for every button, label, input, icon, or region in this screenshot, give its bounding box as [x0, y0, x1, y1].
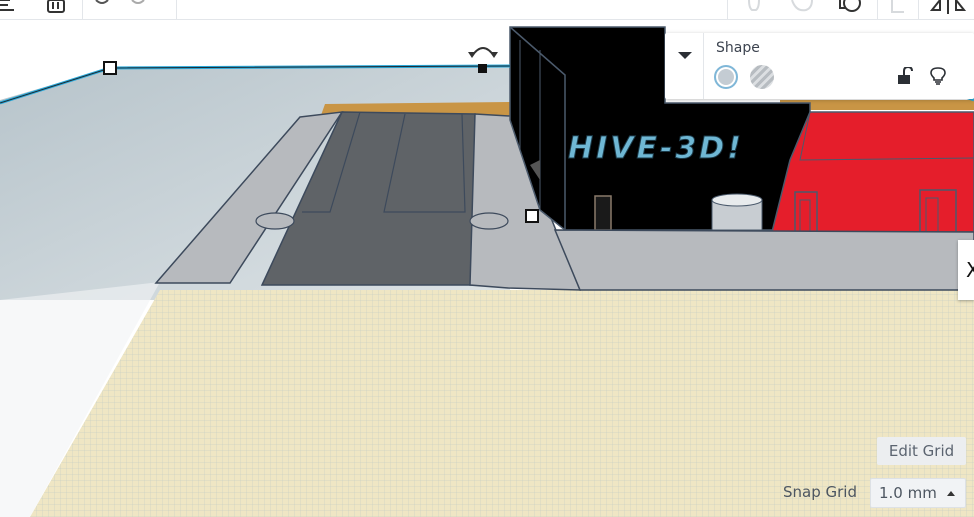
toolbar-separator	[727, 0, 728, 19]
toolbar-separator	[918, 0, 919, 19]
red-building[interactable]	[771, 111, 974, 233]
mirror-icon[interactable]	[930, 0, 966, 14]
align-icon[interactable]	[888, 0, 908, 14]
rotate-icon[interactable]	[790, 0, 816, 14]
side-panel-tab[interactable]: X	[958, 240, 974, 300]
snap-grid-value: 1.0 mm	[879, 484, 937, 502]
group-icon[interactable]	[838, 0, 866, 14]
light-bulb-icon[interactable]	[744, 0, 764, 14]
chevron-up-icon	[947, 491, 955, 496]
undo-icon[interactable]	[92, 0, 162, 14]
copy-icon[interactable]	[0, 0, 18, 14]
snap-grid-label: Snap Grid	[783, 483, 857, 501]
door[interactable]	[594, 195, 612, 231]
solid-color-button[interactable]	[714, 65, 738, 89]
store-sign: HIVE-3D!	[568, 131, 744, 166]
workplane[interactable]	[0, 282, 974, 517]
inspector-divider	[703, 33, 704, 99]
hole-button[interactable]	[750, 65, 774, 89]
shape-inspector: Shape	[665, 33, 974, 99]
manhole[interactable]	[255, 212, 295, 230]
toolbar-separator	[82, 0, 83, 19]
toolbar-separator	[877, 0, 878, 19]
toolbar-separator	[176, 0, 177, 19]
door[interactable]	[794, 191, 818, 233]
shop-counter[interactable]	[711, 193, 763, 231]
light-bulb-icon[interactable]	[930, 67, 946, 85]
top-toolbar	[0, 0, 974, 20]
delete-icon[interactable]	[45, 0, 67, 14]
manhole[interactable]	[469, 212, 509, 230]
snap-grid-select[interactable]: 1.0 mm	[870, 478, 966, 508]
building-base[interactable]	[553, 229, 974, 291]
lock-icon[interactable]	[897, 67, 913, 85]
resize-handle[interactable]	[103, 61, 117, 75]
chevron-down-icon[interactable]	[673, 45, 697, 65]
resize-handle[interactable]	[525, 209, 539, 223]
resize-handle[interactable]	[478, 64, 487, 73]
inspector-title: Shape	[716, 40, 760, 56]
edit-grid-button[interactable]: Edit Grid	[877, 437, 966, 465]
